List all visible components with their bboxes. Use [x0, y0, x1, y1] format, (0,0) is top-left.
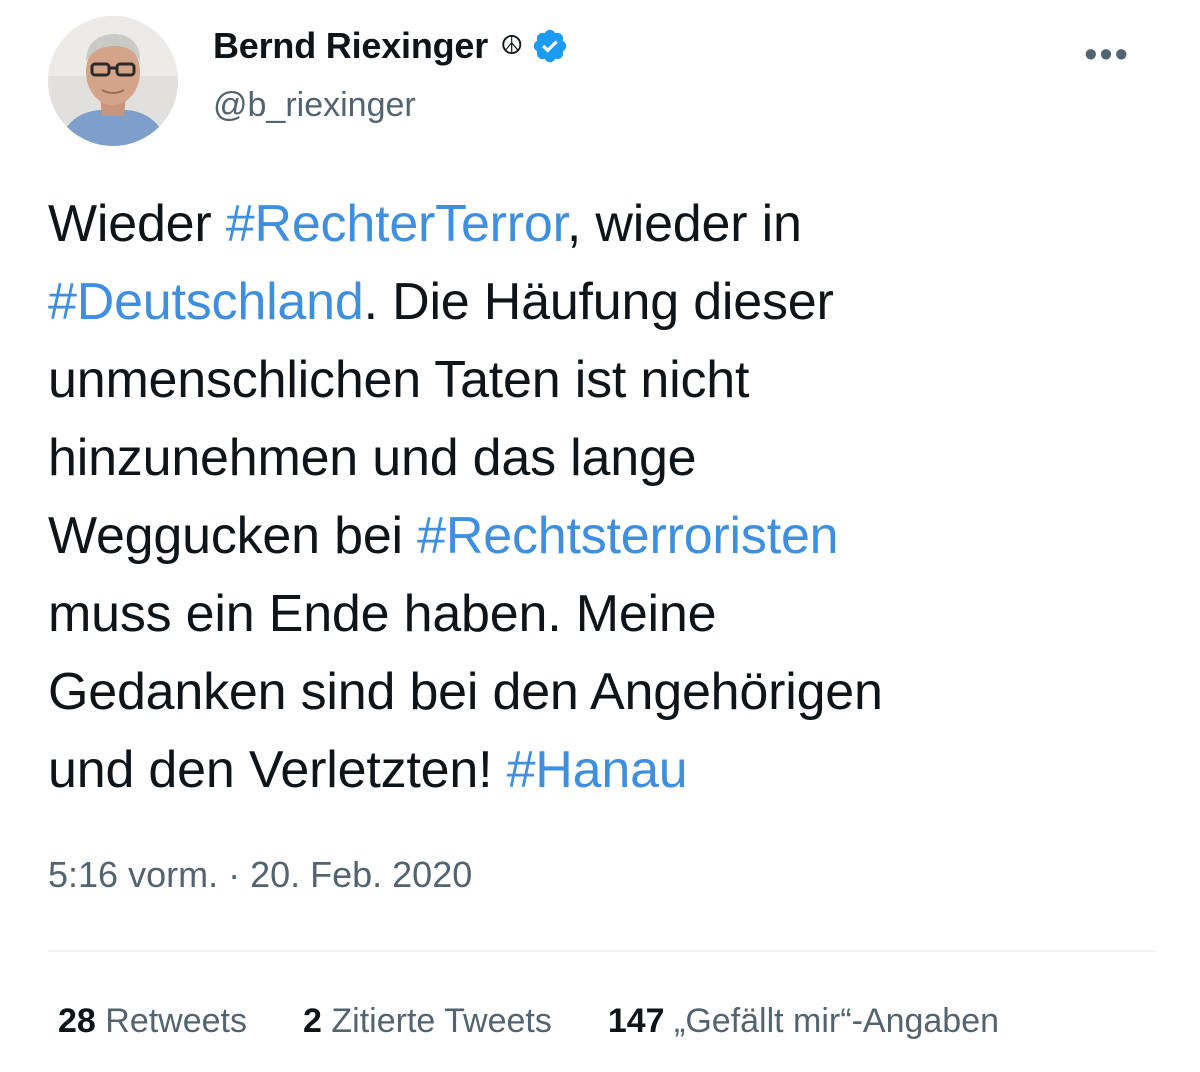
quote-tweets-label: Zitierte Tweets: [321, 1002, 552, 1040]
tweet-text-line: Gedanken sind bei den Angehörigen: [48, 653, 1158, 731]
tweet: Bernd Riexinger ☮ @b_riexinger ••• Wiede…: [0, 0, 1200, 1072]
hashtag-link[interactable]: #RechterTerror: [226, 195, 567, 253]
user-handle[interactable]: @b_riexinger: [213, 86, 416, 125]
quote-tweets-count: 2: [303, 1002, 322, 1040]
profile-photo-icon: [48, 16, 178, 146]
tweet-text-line: muss ein Ende haben. Meine: [48, 575, 1158, 653]
retweets-stat[interactable]: 28 Retweets: [58, 1002, 247, 1041]
more-options-icon[interactable]: •••: [1084, 36, 1130, 74]
tweet-text-segment: muss ein Ende haben. Meine: [48, 585, 717, 643]
tweet-text-segment: Weggucken bei: [48, 507, 418, 565]
display-name[interactable]: Bernd Riexinger: [213, 25, 488, 67]
retweets-label: Retweets: [95, 1002, 248, 1040]
tweet-text-line: und den Verletzten! #Hanau: [48, 731, 1158, 809]
tweet-header: Bernd Riexinger ☮ @b_riexinger •••: [48, 16, 1158, 146]
tweet-timestamp[interactable]: 5:16 vorm. · 20. Feb. 2020: [48, 854, 472, 896]
retweets-count: 28: [58, 1002, 96, 1040]
peace-icon: ☮: [500, 31, 524, 61]
tweet-stats: 28 Retweets 2 Zitierte Tweets 147 „Gefäl…: [58, 1002, 999, 1041]
likes-count: 147: [607, 1002, 665, 1040]
tweet-text-segment: unmenschlichen Taten ist nicht: [48, 351, 750, 409]
tweet-date: 20. Feb. 2020: [250, 854, 473, 895]
quote-tweets-stat[interactable]: 2 Zitierte Tweets: [303, 1002, 552, 1041]
tweet-text-line: Weggucken bei #Rechtsterroristen: [48, 497, 1158, 575]
tweet-text-line: unmenschlichen Taten ist nicht: [48, 341, 1158, 419]
avatar[interactable]: [48, 16, 178, 146]
tweet-text-segment: , wieder in: [566, 195, 802, 253]
likes-label: „Gefällt mir“-Angaben: [664, 1002, 1000, 1040]
likes-stat[interactable]: 147 „Gefällt mir“-Angaben: [608, 1002, 999, 1041]
meta-separator: ·: [218, 854, 251, 895]
tweet-text-line: Wieder #RechterTerror, wieder in: [48, 185, 1158, 263]
hashtag-link[interactable]: #Hanau: [507, 741, 688, 799]
tweet-text-line: hinzunehmen und das lange: [48, 419, 1158, 497]
verified-badge-icon: [534, 29, 567, 63]
tweet-text-segment: Gedanken sind bei den Angehörigen: [48, 663, 883, 721]
tweet-text-line: #Deutschland. Die Häufung dieser: [48, 263, 1158, 341]
name-row: Bernd Riexinger ☮: [213, 22, 569, 70]
tweet-text-segment: und den Verletzten!: [48, 741, 507, 799]
tweet-text-segment: Wieder: [48, 195, 226, 253]
tweet-text-segment: hinzunehmen und das lange: [48, 429, 697, 487]
tweet-time: 5:16 vorm.: [48, 854, 219, 895]
hashtag-link[interactable]: #Deutschland: [48, 273, 364, 331]
hashtag-link[interactable]: #Rechtsterroristen: [417, 507, 838, 565]
divider: [48, 950, 1156, 952]
tweet-text-segment: . Die Häufung dieser: [363, 273, 834, 331]
tweet-text: Wieder #RechterTerror, wieder in #Deutsch…: [48, 185, 1158, 809]
